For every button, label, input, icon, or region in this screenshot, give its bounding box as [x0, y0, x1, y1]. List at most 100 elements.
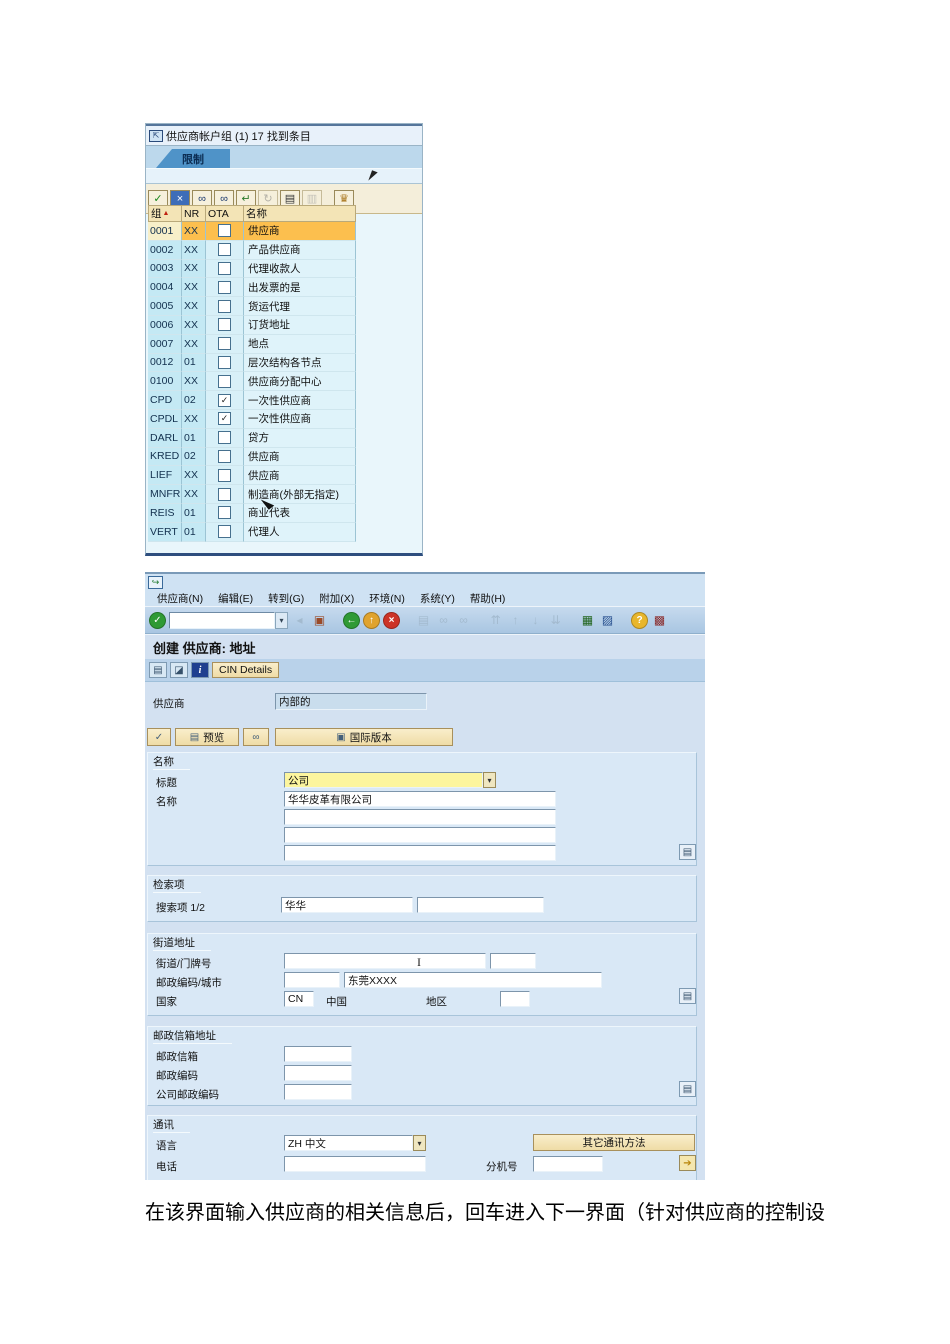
account-group-row[interactable]: MNFR XX 制造商(外部无指定) — [148, 485, 356, 504]
company-postal-field[interactable] — [284, 1084, 352, 1100]
check-entries-button[interactable]: ✓ — [147, 728, 171, 746]
ota-checkbox[interactable] — [218, 299, 231, 313]
change-icon[interactable]: ◪ — [170, 662, 188, 678]
title-combo[interactable]: 公司 — [284, 772, 483, 788]
ota-checkbox[interactable] — [218, 374, 231, 388]
account-group-row[interactable]: CPD 02 ✓ 一次性供应商 — [148, 391, 356, 410]
ota-checkbox[interactable] — [218, 318, 231, 332]
menu-item-2[interactable]: 编辑(E) — [218, 591, 253, 606]
cancel-icon[interactable]: × — [383, 611, 400, 629]
title-dropdown-icon[interactable]: ▾ — [483, 772, 496, 788]
nr-cell: XX — [182, 315, 206, 335]
phone-field[interactable] — [284, 1156, 426, 1172]
name-field-4[interactable] — [284, 845, 556, 861]
name-field-3[interactable] — [284, 827, 556, 843]
ota-checkbox[interactable] — [218, 261, 231, 275]
header-nr[interactable]: NR — [182, 205, 206, 222]
account-group-row[interactable]: CPDL XX ✓ 一次性供应商 — [148, 409, 356, 429]
ota-checkbox[interactable] — [218, 468, 231, 482]
ota-checkbox[interactable]: ✓ — [218, 393, 231, 407]
more-names-icon[interactable]: ▤ — [679, 844, 696, 860]
menu-item-3[interactable]: 转到(G) — [268, 591, 304, 606]
menu-item-4[interactable]: 附加(X) — [319, 591, 354, 606]
menu-item-5[interactable]: 环境(N) — [369, 591, 405, 606]
city-field[interactable]: 东莞XXXX — [344, 972, 602, 988]
section-pobox-label: 邮政信箱地址 — [153, 1028, 232, 1044]
header-ota[interactable]: OTA — [206, 205, 244, 222]
account-group-row[interactable]: VERT 01 代理人 — [148, 522, 356, 542]
account-group-row[interactable]: KRED 02 供应商 — [148, 447, 356, 467]
search-term-1-field[interactable]: 华华 — [281, 897, 413, 913]
account-group-row[interactable]: REIS 01 商业代表 — [148, 503, 356, 523]
info-icon[interactable]: i — [191, 662, 209, 678]
pobox-label: 邮政信箱 — [156, 1051, 198, 1063]
country-field[interactable]: CN — [284, 991, 314, 1007]
search-term-2-field[interactable] — [417, 897, 544, 913]
extension-field[interactable] — [533, 1156, 603, 1172]
account-group-row[interactable]: LIEF XX 供应商 — [148, 466, 356, 486]
system-menu-icon[interactable]: ↪ — [148, 576, 163, 589]
ota-checkbox[interactable] — [218, 337, 231, 351]
more-phone-icon[interactable]: ➔ — [679, 1155, 696, 1171]
account-group-row[interactable]: 0012 01 层次结构各节点 — [148, 353, 356, 373]
cin-details-button[interactable]: CIN Details — [212, 662, 280, 678]
account-group-row[interactable]: 0006 XX 订货地址 — [148, 315, 356, 335]
ota-checkbox[interactable] — [218, 431, 231, 445]
other-communication-button[interactable]: 其它通讯方法 — [533, 1134, 695, 1151]
display-address-button[interactable]: ∞ — [243, 728, 269, 746]
account-group-row[interactable]: DARL 01 贷方 — [148, 428, 356, 448]
ota-checkbox[interactable] — [218, 506, 231, 520]
account-group-row[interactable]: 0100 XX 供应商分配中心 — [148, 372, 356, 392]
header-group[interactable]: 组 ▲ — [148, 205, 182, 222]
name-field-2[interactable] — [284, 809, 556, 825]
display-icon[interactable]: ▤ — [149, 662, 167, 678]
back-icon[interactable]: ← — [343, 611, 360, 629]
postal-code-field[interactable] — [284, 972, 340, 988]
ota-checkbox[interactable] — [218, 449, 231, 463]
account-group-row[interactable]: 0003 XX 代理收款人 — [148, 259, 356, 279]
window-menu-icon[interactable]: ⇱ — [149, 129, 163, 142]
house-number-field[interactable] — [490, 953, 536, 969]
region-field[interactable] — [500, 991, 530, 1007]
ota-checkbox[interactable] — [218, 487, 231, 501]
language-combo[interactable]: ZH 中文 — [284, 1135, 413, 1151]
account-group-table-body: 0001 XX 供应商 0002 XX 产品供应商 0003 XX 代理收款人 0004 XX 出发票… — [148, 222, 356, 542]
pobox-more-icon[interactable]: ▤ — [679, 1081, 696, 1097]
pobox-postal-field[interactable] — [284, 1065, 352, 1081]
language-dropdown-icon[interactable]: ▾ — [413, 1135, 426, 1151]
account-group-row[interactable]: 0004 XX 出发票的是 — [148, 278, 356, 298]
help-icon[interactable]: ? — [631, 611, 648, 629]
ota-checkbox[interactable] — [218, 355, 231, 369]
customize-layout-icon[interactable]: ▩ — [651, 612, 668, 629]
name-field-1[interactable]: 华华皮革有限公司 — [284, 791, 556, 807]
account-group-row[interactable]: 0005 XX 货运代理 — [148, 297, 356, 316]
save-icon[interactable]: ▣ — [311, 612, 328, 629]
ota-checkbox[interactable] — [218, 280, 231, 294]
vendor-field[interactable]: 内部的 — [275, 693, 427, 710]
account-group-row[interactable]: 0002 XX 产品供应商 — [148, 240, 356, 260]
menu-item-7[interactable]: 帮助(H) — [470, 591, 506, 606]
command-history-icon[interactable]: ▾ — [275, 611, 288, 629]
menu-item-6[interactable]: 系统(Y) — [420, 591, 455, 606]
create-shortcut-icon[interactable]: ▨ — [599, 612, 616, 629]
command-input[interactable] — [169, 611, 275, 629]
exit-icon[interactable]: ↑ — [363, 611, 380, 629]
address-versions-icon[interactable]: ▤ — [679, 988, 696, 1004]
command-field[interactable]: ▾ — [169, 611, 288, 629]
ota-checkbox[interactable]: ✓ — [218, 412, 231, 426]
ota-checkbox[interactable] — [218, 525, 231, 539]
street-field[interactable]: I — [284, 953, 486, 969]
tab-restrictions[interactable]: 限制 — [156, 149, 230, 168]
new-session-icon[interactable]: ▦ — [579, 612, 596, 629]
ota-checkbox[interactable] — [218, 224, 231, 238]
header-name[interactable]: 名称 — [244, 205, 356, 222]
enter-icon[interactable]: ✓ — [149, 611, 166, 629]
menu-item-1[interactable]: 供应商(N) — [157, 591, 203, 606]
account-group-row[interactable]: 0007 XX 地点 — [148, 334, 356, 354]
ota-checkbox[interactable] — [218, 243, 231, 257]
pobox-field[interactable] — [284, 1046, 352, 1062]
account-group-row[interactable]: 0001 XX 供应商 — [148, 222, 356, 241]
preview-button[interactable]: ▤ 预览 — [175, 728, 239, 746]
preview-icon: ▤ — [189, 731, 200, 743]
international-versions-button[interactable]: ▣ 国际版本 — [275, 728, 453, 746]
